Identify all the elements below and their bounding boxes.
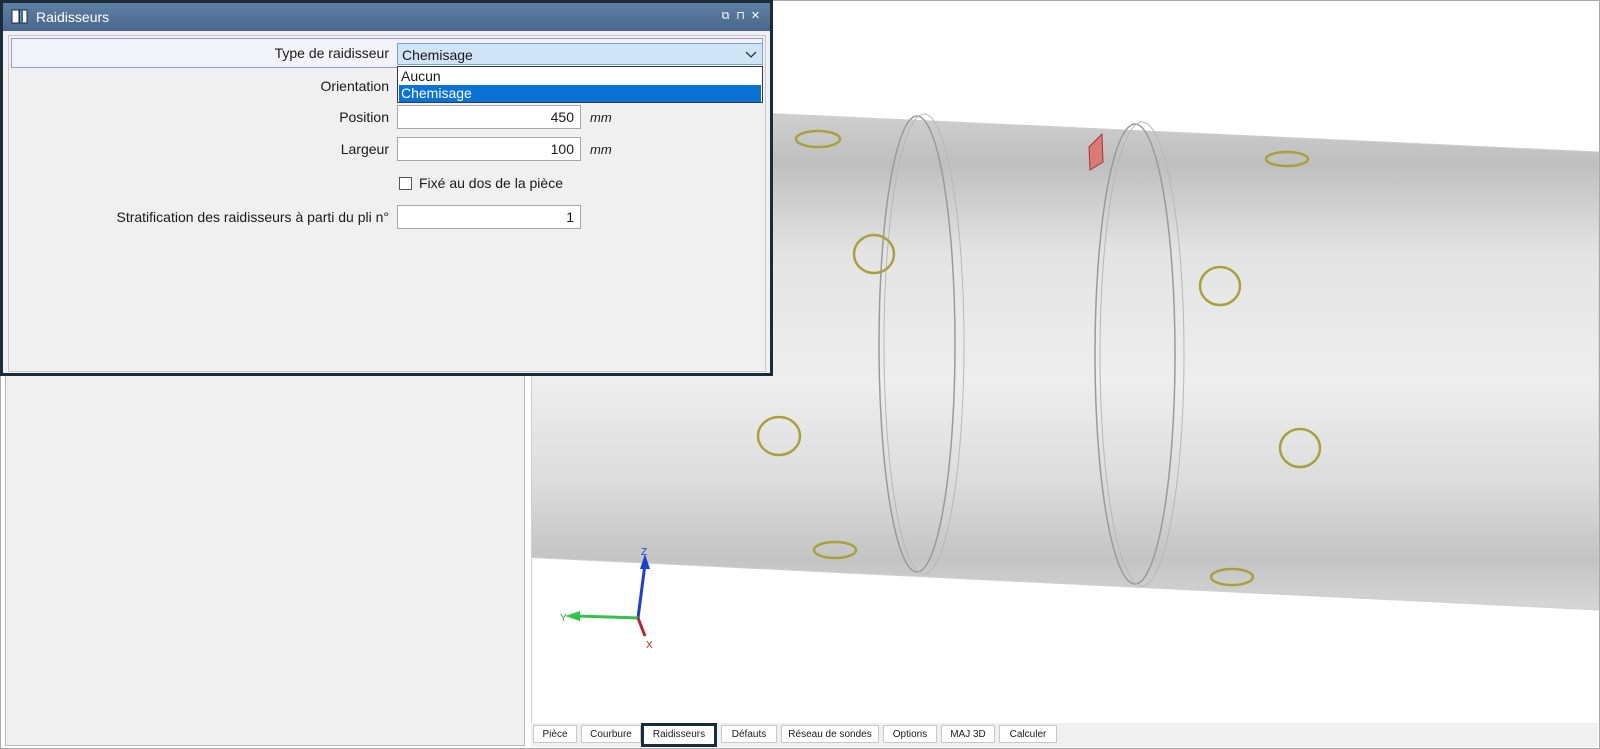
bottom-tab-bar: Pièce Courbure Raidisseurs Défauts Résea…: [531, 723, 1598, 747]
pin-icon[interactable]: ⊓: [734, 10, 747, 23]
fixed-checkbox-label[interactable]: Fixé au dos de la pièce: [419, 175, 563, 191]
orientation-label: Orientation: [320, 78, 389, 94]
tab-reseau-de-sondes[interactable]: Réseau de sondes: [781, 725, 879, 743]
type-label: Type de raidisseur: [274, 45, 389, 61]
tab-options[interactable]: Options: [883, 725, 937, 743]
position-unit: mm: [590, 110, 612, 125]
largeur-input[interactable]: 100: [397, 137, 581, 161]
type-select[interactable]: Chemisage: [397, 43, 763, 65]
option-chemisage[interactable]: Chemisage: [399, 85, 761, 102]
dialog-body: Type de raidisseur Chemisage Aucun Chemi…: [8, 35, 766, 372]
axis-x-label: X: [646, 640, 653, 651]
stratification-input[interactable]: 1: [397, 205, 581, 229]
type-dropdown: Aucun Chemisage: [397, 66, 763, 103]
dialog-title: Raidisseurs: [36, 9, 110, 25]
axis-y-label: Y: [560, 613, 567, 624]
book-icon: [11, 9, 28, 24]
fixed-checkbox[interactable]: [399, 177, 412, 190]
position-input[interactable]: 450: [397, 105, 581, 129]
position-label: Position: [339, 109, 389, 125]
tab-maj-3d[interactable]: MAJ 3D: [941, 725, 995, 743]
largeur-label: Largeur: [340, 141, 389, 157]
tab-piece[interactable]: Pièce: [533, 725, 577, 743]
option-aucun[interactable]: Aucun: [399, 68, 761, 85]
tab-raidisseurs[interactable]: Raidisseurs: [641, 723, 717, 747]
largeur-unit: mm: [590, 142, 612, 157]
restore-icon[interactable]: ⧉: [719, 10, 732, 23]
raidisseurs-dialog: Raidisseurs ⧉ ⊓ ✕ Type de raidisseur Che…: [0, 0, 773, 376]
chevron-down-icon[interactable]: [744, 46, 758, 62]
stratification-label: Stratification des raidisseurs à parti d…: [116, 209, 389, 225]
tab-courbure[interactable]: Courbure: [581, 725, 641, 743]
tab-defauts[interactable]: Défauts: [721, 725, 777, 743]
left-panel: [5, 372, 525, 746]
type-select-value: Chemisage: [402, 47, 473, 63]
close-icon[interactable]: ✕: [749, 10, 762, 23]
axis-z-label: Z: [641, 547, 647, 558]
dialog-title-bar[interactable]: Raidisseurs ⧉ ⊓ ✕: [3, 3, 770, 31]
tab-calculer[interactable]: Calculer: [999, 725, 1057, 743]
